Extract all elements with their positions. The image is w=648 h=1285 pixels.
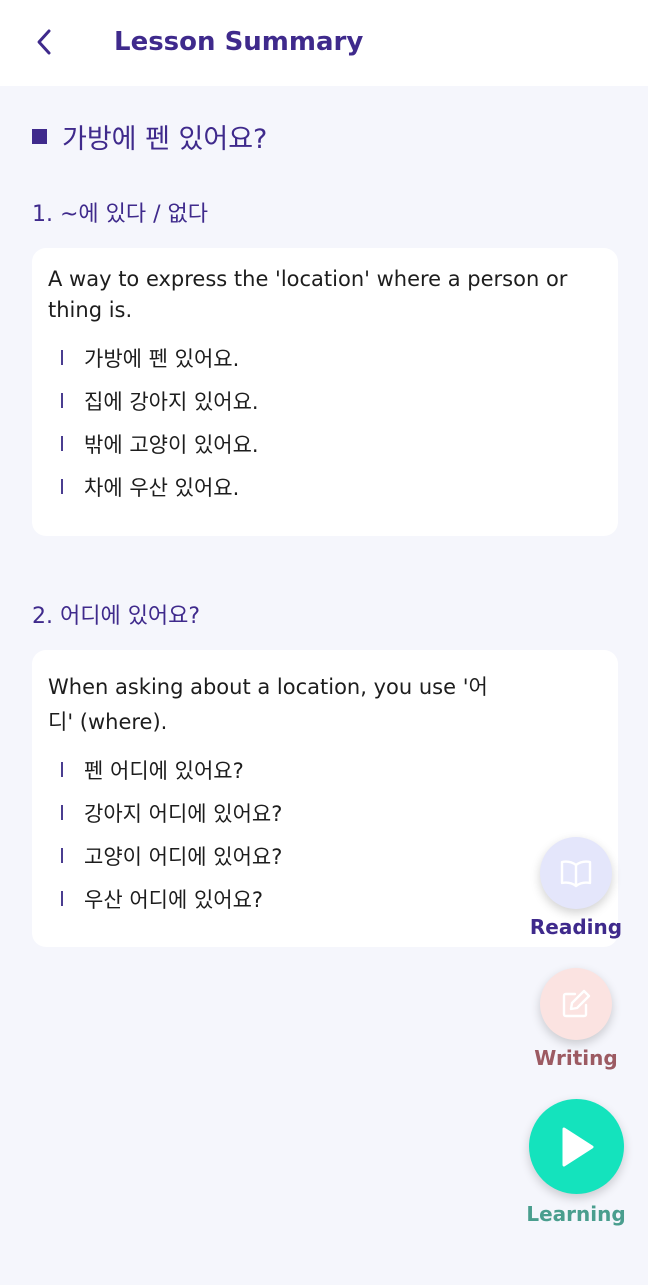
learning-label: Learning [526,1202,626,1226]
bar-marker-icon [61,393,63,408]
learning-button[interactable]: Learning [526,1099,626,1226]
writing-button[interactable]: Writing [531,968,621,1070]
example-text: 우산 어디에 있어요? [84,887,264,912]
description-line: When asking about a location, you use '어 [48,675,488,699]
section-heading-1: 1. ~에 있다 / 없다 [32,202,209,227]
example-text: 가방에 펜 있어요. [84,346,240,371]
edit-icon [562,989,591,1018]
play-icon [562,1127,594,1166]
bar-marker-icon [61,848,63,863]
section-card-1: A way to express the 'location' where a … [32,248,618,536]
reading-circle[interactable] [540,837,612,909]
example-text: 차에 우산 있어요. [84,475,240,500]
learning-circle[interactable] [528,1099,624,1194]
description-line: A way to express the 'location' where a … [48,267,568,291]
chevron-left-icon [37,29,51,55]
example-item: 밖에 고양이 있어요. [48,422,602,465]
example-item: 차에 우산 있어요. [48,465,602,508]
lesson-title-row: 가방에 펜 있어요? [32,112,267,160]
example-list-1: 가방에 펜 있어요. 집에 강아지 있어요. 밖에 고양이 있어요. 차에 우산… [48,336,602,508]
bar-marker-icon [61,436,63,451]
example-item: 가방에 펜 있어요. [48,336,602,379]
example-item: 고양이 어디에 있어요? [48,834,602,877]
section-description-1: A way to express the 'location' where a … [48,264,602,326]
example-text: 고양이 어디에 있어요? [84,844,283,869]
section-description-2: When asking about a location, you use '어… [48,670,602,740]
example-item: 집에 강아지 있어요. [48,379,602,422]
example-text: 강아지 어디에 있어요? [84,801,283,826]
description-line: thing is. [48,298,133,322]
example-item: 우산 어디에 있어요? [48,877,602,920]
writing-circle[interactable] [540,968,612,1040]
bar-marker-icon [61,479,63,494]
reading-label: Reading [529,915,623,939]
bar-marker-icon [61,762,63,777]
example-list-2: 펜 어디에 있어요? 강아지 어디에 있어요? 고양이 어디에 있어요? 우산 … [48,748,602,920]
example-text: 밖에 고양이 있어요. [84,432,259,457]
example-item: 강아지 어디에 있어요? [48,791,602,834]
bar-marker-icon [61,805,63,820]
square-bullet-icon [32,128,47,144]
bar-marker-icon [61,350,63,365]
example-text: 펜 어디에 있어요? [84,758,244,783]
example-item: 펜 어디에 있어요? [48,748,602,791]
lesson-title: 가방에 펜 있어요? [62,123,268,155]
back-button[interactable] [24,22,64,62]
app-header: Lesson Summary [0,0,648,86]
reading-button[interactable]: Reading [529,837,623,939]
section-heading-2: 2. 어디에 있어요? [32,604,201,629]
description-line: 디' (where). [48,710,168,734]
example-text: 집에 강아지 있어요. [84,389,259,414]
page-title: Lesson Summary [114,27,364,57]
book-open-icon [560,860,592,888]
bar-marker-icon [61,891,63,906]
writing-label: Writing [534,1046,618,1070]
